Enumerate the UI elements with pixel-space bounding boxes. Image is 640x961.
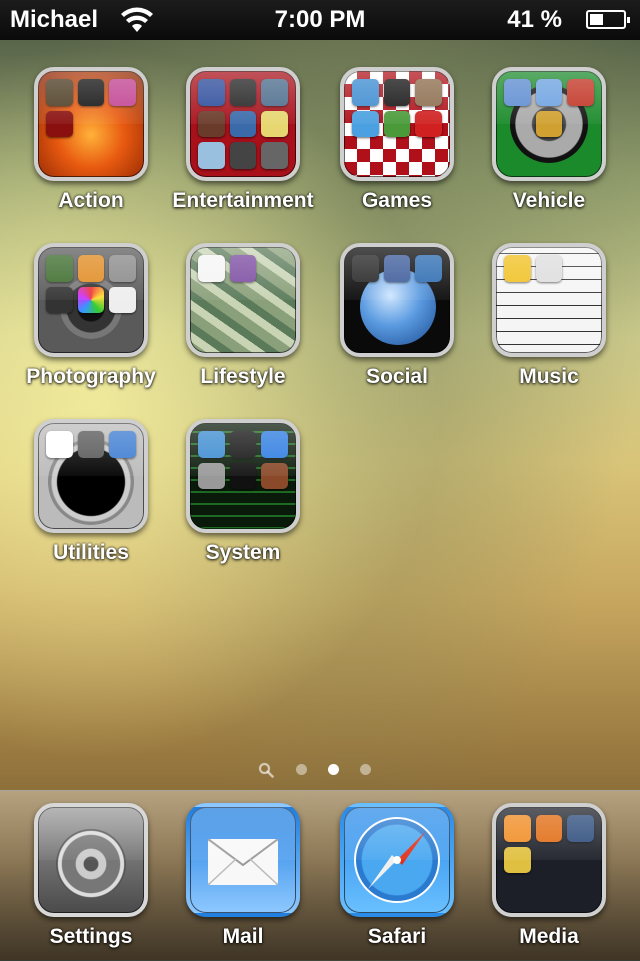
page-dot-3[interactable] (360, 764, 371, 775)
page-indicator[interactable] (0, 762, 640, 778)
dock-app-settings[interactable]: Settings (15, 803, 167, 949)
utilities-folder-icon (34, 419, 148, 533)
system-folder-icon (186, 419, 300, 533)
app-entertainment[interactable]: Entertainment (167, 67, 319, 213)
app-label: Entertainment (172, 189, 314, 212)
app-label: Photography (26, 365, 156, 388)
dock-app-safari[interactable]: Safari (321, 803, 473, 949)
battery-percentage: 41 % (507, 6, 562, 33)
app-utilities[interactable]: Utilities (15, 419, 167, 565)
app-label: System (205, 541, 281, 564)
app-system[interactable]: System (167, 419, 319, 565)
app-vehicle[interactable]: Vehicle (473, 67, 625, 213)
entertainment-folder-icon (186, 67, 300, 181)
app-label: Action (58, 189, 124, 212)
app-label: Social (366, 365, 428, 388)
battery-icon (586, 10, 630, 29)
mail-icon (186, 803, 300, 917)
app-social[interactable]: Social (321, 243, 473, 389)
vehicle-folder-icon (492, 67, 606, 181)
app-label: Media (519, 925, 579, 948)
spotlight-search-icon[interactable] (258, 762, 274, 778)
app-label: Utilities (53, 541, 129, 564)
action-folder-icon (34, 67, 148, 181)
app-action[interactable]: Action (15, 67, 167, 213)
app-label: Mail (222, 925, 264, 948)
status-bar: Michael 7:00 PM 41 % (0, 0, 640, 40)
dock-app-media[interactable]: Media (473, 803, 625, 949)
app-label: Safari (367, 925, 427, 948)
games-folder-icon (340, 67, 454, 181)
app-label: Music (519, 365, 579, 388)
app-label: Vehicle (512, 189, 586, 212)
lifestyle-folder-icon (186, 243, 300, 357)
page-dot-1[interactable] (296, 764, 307, 775)
app-photography[interactable]: Photography (15, 243, 167, 389)
dock-app-mail[interactable]: Mail (167, 803, 319, 949)
music-folder-icon (492, 243, 606, 357)
photography-folder-icon (34, 243, 148, 357)
settings-icon (34, 803, 148, 917)
page-dot-2[interactable] (328, 764, 339, 775)
safari-icon (340, 803, 454, 917)
media-folder-icon (492, 803, 606, 917)
app-label: Lifestyle (200, 365, 286, 388)
app-games[interactable]: Games (321, 67, 473, 213)
app-music[interactable]: Music (473, 243, 625, 389)
app-label: Games (361, 189, 433, 212)
app-label: Settings (49, 925, 133, 948)
app-lifestyle[interactable]: Lifestyle (167, 243, 319, 389)
social-folder-icon (340, 243, 454, 357)
